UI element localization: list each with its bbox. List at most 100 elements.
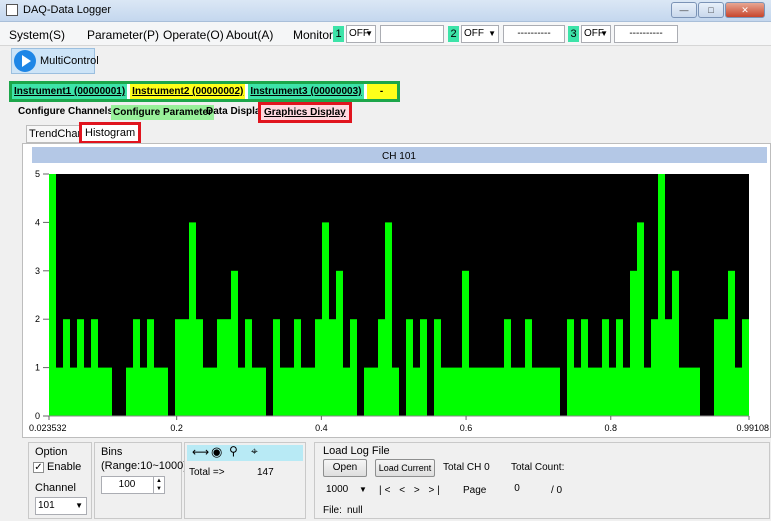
histogram-bar	[294, 319, 301, 416]
histogram-panel: CH 101 0 1 2 3 4 5 0.023532 0.2 0.4 0.6 0.8 0.9910…	[22, 143, 771, 438]
first-page-icon[interactable]: |<	[379, 485, 393, 496]
monitor-1-value	[380, 25, 444, 43]
y-tick-label: 5	[35, 169, 40, 179]
histogram-bar	[189, 222, 196, 416]
histogram-bar	[364, 367, 371, 416]
menu-system[interactable]: System(S)	[9, 28, 65, 42]
histogram-bar	[637, 222, 644, 416]
minimize-button[interactable]: —	[671, 2, 697, 18]
enable-checkbox[interactable]: ✓	[33, 462, 44, 473]
histogram-bar	[728, 270, 735, 416]
monitor-1-select[interactable]: OFF ▼	[346, 25, 376, 43]
page-size-select[interactable]: 1000 ▼	[323, 482, 369, 500]
open-button[interactable]: Open	[323, 459, 367, 477]
histogram-bar	[665, 319, 672, 416]
bins-spinner[interactable]: ▲ ▼	[153, 477, 164, 493]
enable-label: Enable	[47, 461, 82, 473]
histogram-bar	[84, 367, 91, 416]
multicontrol-label: MultiControl	[40, 55, 99, 67]
histogram-bar	[371, 367, 378, 416]
histogram-bar	[238, 367, 245, 416]
log-file-group: Load Log File Open Load Current Total CH…	[314, 442, 770, 519]
multicontrol-button[interactable]: MultiControl	[11, 48, 99, 74]
monitor-2-select[interactable]: OFF ▼	[461, 25, 499, 43]
histogram-bar	[462, 270, 469, 416]
next-page-icon[interactable]: >	[414, 485, 423, 496]
x-tick-label: 0.4	[315, 423, 328, 433]
histogram-bar	[532, 367, 539, 416]
chart-tools-group: ⟷ ◉ ⚲ ⌖ Total => 147	[184, 442, 306, 519]
channel-label: Channel	[35, 482, 76, 494]
zoom-icon[interactable]: ⚲	[229, 444, 238, 458]
maximize-button[interactable]: □	[698, 2, 724, 18]
y-tick-label: 0	[35, 411, 40, 421]
histogram-bar	[91, 319, 98, 416]
monitor-1-badge: 1	[333, 26, 344, 42]
tab-histogram[interactable]: Histogram	[79, 122, 142, 144]
histogram-bar	[476, 367, 483, 416]
fit-icon[interactable]: ⌖	[251, 444, 258, 459]
histogram-bar	[525, 319, 532, 416]
histogram-bar	[77, 319, 84, 416]
histogram-bar	[581, 319, 588, 416]
close-button[interactable]: ✕	[725, 2, 765, 18]
tab-graphics-display[interactable]: Graphics Display	[258, 102, 352, 123]
histogram-bar	[574, 367, 581, 416]
histogram-bar	[175, 319, 182, 416]
instrument-tab-3[interactable]: Instrument3 (00000003)	[248, 84, 364, 99]
histogram-bar	[609, 367, 616, 416]
histogram-bar	[420, 319, 427, 416]
histogram-bar	[273, 319, 280, 416]
page-input[interactable]: 0	[491, 481, 543, 499]
histogram-bar	[672, 270, 679, 416]
histogram-bar	[259, 367, 266, 416]
pan-icon[interactable]: ⟷	[192, 445, 209, 459]
instrument-tab-1[interactable]: Instrument1 (00000001)	[12, 84, 128, 99]
histogram-bar	[588, 367, 595, 416]
histogram-bar	[343, 367, 350, 416]
control-area: Option ✓ Enable Channel 101 ▼ Bins (Range…	[22, 440, 771, 521]
menu-parameter[interactable]: Parameter(P)	[87, 28, 159, 42]
histogram-bar	[154, 367, 161, 416]
channel-select[interactable]: 101 ▼	[35, 497, 87, 515]
app-icon	[6, 4, 18, 16]
histogram-bar	[182, 319, 189, 416]
instrument-tab-2[interactable]: Instrument2 (00000002)	[130, 84, 246, 99]
monitor-2-value: ----------	[503, 25, 565, 43]
tab-configure-channels[interactable]: Configure Channels	[18, 106, 113, 117]
histogram-bar	[210, 367, 217, 416]
monitor-3-select[interactable]: OFF ▼	[581, 25, 611, 43]
option-group: Option ✓ Enable Channel 101 ▼	[28, 442, 92, 519]
histogram-bar	[308, 367, 315, 416]
histogram-bar	[98, 367, 105, 416]
prev-page-icon[interactable]: <	[399, 485, 408, 496]
menu-operate[interactable]: Operate(O)	[163, 28, 224, 42]
last-page-icon[interactable]: >|	[428, 485, 442, 496]
instrument-tab-4[interactable]: -	[366, 84, 397, 99]
histogram-bar	[217, 319, 224, 416]
total-count: Total Count:	[511, 462, 565, 473]
file-value: null	[347, 505, 363, 516]
histogram-bar	[231, 270, 238, 416]
histogram-bar	[721, 319, 728, 416]
histogram-bar	[623, 367, 630, 416]
reset-view-icon[interactable]: ◉	[211, 444, 222, 460]
menu-about[interactable]: About(A)	[226, 28, 273, 42]
chevron-down-icon: ▼	[359, 485, 367, 494]
pager-controls: |< < > >|	[379, 485, 443, 496]
histogram-bar	[546, 367, 553, 416]
histogram-bar	[686, 367, 693, 416]
chevron-down-icon: ▼	[600, 29, 608, 38]
total-value: 147	[257, 467, 274, 478]
window-title: DAQ-Data Logger	[23, 4, 112, 16]
histogram-bar	[616, 319, 623, 416]
histogram-bar	[245, 319, 252, 416]
histogram-bar	[518, 367, 525, 416]
histogram-bar	[679, 367, 686, 416]
load-current-button[interactable]: Load Current	[375, 459, 435, 477]
toolbar: MultiControl	[0, 46, 771, 78]
histogram-bar	[511, 367, 518, 416]
chevron-down-icon: ▼	[365, 29, 373, 38]
bins-label: Bins	[101, 446, 123, 458]
tab-configure-parameter[interactable]: Configure Parameter	[111, 105, 214, 120]
